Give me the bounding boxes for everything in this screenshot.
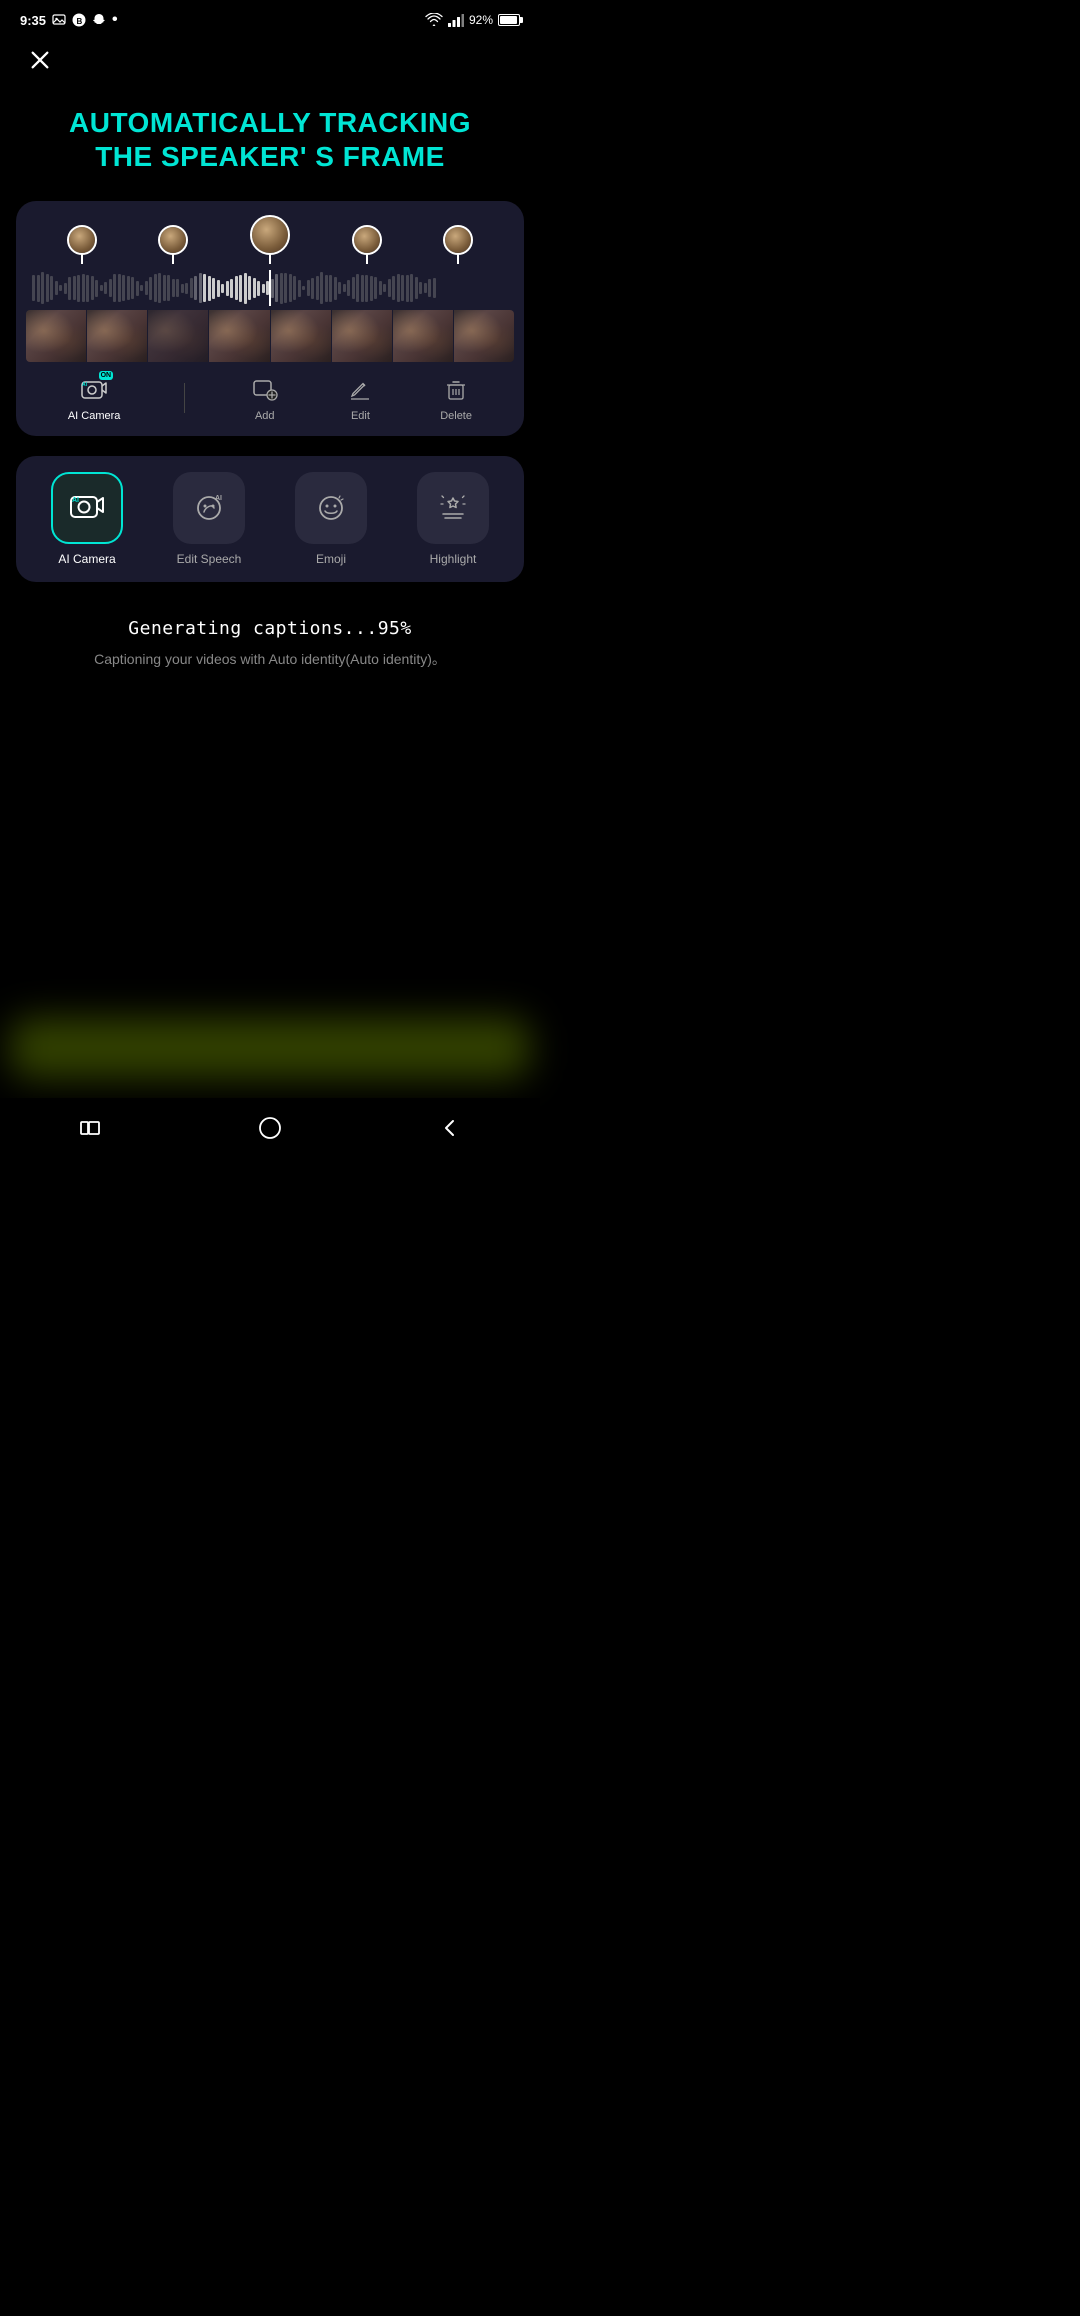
svg-text:AI: AI xyxy=(72,497,79,504)
recents-icon xyxy=(79,1117,101,1139)
dot-icon: • xyxy=(112,12,118,28)
feature-highlight[interactable]: Highlight xyxy=(417,472,489,566)
highlight-feature-box xyxy=(417,472,489,544)
home-icon xyxy=(257,1115,283,1141)
delete-panel-icon xyxy=(440,374,472,406)
edit-speech-feature-box: AI xyxy=(173,472,245,544)
avatar-3 xyxy=(250,215,290,255)
snapchat-icon xyxy=(92,13,106,27)
feature-emoji[interactable]: Emoji xyxy=(295,472,367,566)
feature-bar: AI AI Camera AI Edit Speech xyxy=(16,456,524,582)
add-tool-label: Add xyxy=(255,410,275,422)
photo-icon xyxy=(52,13,66,27)
video-strip xyxy=(26,310,514,362)
on-badge: ON xyxy=(99,371,114,380)
speaker-pin-3-active[interactable] xyxy=(250,215,290,264)
ai-camera-feature-label: AI Camera xyxy=(58,552,115,566)
video-frame-5 xyxy=(271,310,331,362)
emoji-feature-box xyxy=(295,472,367,544)
nav-home-button[interactable] xyxy=(240,1108,300,1148)
status-time: 9:35 B • xyxy=(20,12,118,28)
avatar-2 xyxy=(158,225,188,255)
speaker-pin-4[interactable] xyxy=(352,225,382,264)
panel-toolbar: AI ON AI Camera Add xyxy=(26,374,514,422)
highlight-feature-label: Highlight xyxy=(430,552,477,566)
status-bar: 9:35 B • 92% xyxy=(0,0,540,36)
back-icon xyxy=(439,1117,461,1139)
speaker-markers xyxy=(26,215,514,264)
status-indicators: 92% xyxy=(425,13,520,27)
avatar-1 xyxy=(67,225,97,255)
toolbar-divider xyxy=(184,383,185,413)
video-frame-7 xyxy=(393,310,453,362)
speaker-pin-2[interactable] xyxy=(158,225,188,264)
signal-icon xyxy=(448,13,464,27)
video-frame-8 xyxy=(454,310,514,362)
avatar-4 xyxy=(352,225,382,255)
nav-back-button[interactable] xyxy=(420,1108,480,1148)
panel-tool-delete[interactable]: Delete xyxy=(440,374,472,422)
video-frame-1 xyxy=(26,310,86,362)
edit-speech-feature-label: Edit Speech xyxy=(177,552,242,566)
edit-panel-icon xyxy=(344,374,376,406)
battery-icon xyxy=(498,14,520,26)
close-button[interactable] xyxy=(22,42,58,78)
speaker-pin-5[interactable] xyxy=(443,225,473,264)
feature-edit-speech[interactable]: AI Edit Speech xyxy=(173,472,245,566)
hero-line1: AUTOMATICALLY TRACKING xyxy=(20,106,520,140)
hero-title: AUTOMATICALLY TRACKING THE SPEAKER' S FR… xyxy=(0,106,540,173)
video-frame-3 xyxy=(148,310,208,362)
video-frame-6 xyxy=(332,310,392,362)
caption-subtitle: Captioning your videos with Auto identit… xyxy=(30,649,510,670)
emoji-feature-label: Emoji xyxy=(316,552,346,566)
add-panel-icon xyxy=(249,374,281,406)
panel-tool-ai-camera[interactable]: AI ON AI Camera xyxy=(68,374,121,422)
wifi-icon xyxy=(425,13,443,27)
speaker-pin-1[interactable] xyxy=(67,225,97,264)
svg-text:B: B xyxy=(77,17,83,26)
generating-text: Generating captions...95% xyxy=(30,618,510,639)
nav-bar xyxy=(0,1098,540,1158)
panel-tool-add[interactable]: Add xyxy=(249,374,281,422)
nav-recents-button[interactable] xyxy=(60,1108,120,1148)
video-frame-2 xyxy=(87,310,147,362)
hero-line2: THE SPEAKER' S FRAME xyxy=(20,140,520,174)
delete-tool-label: Delete xyxy=(440,410,472,422)
svg-text:AI: AI xyxy=(215,495,222,502)
waveform[interactable] xyxy=(26,270,514,306)
feature-ai-camera[interactable]: AI AI Camera xyxy=(51,472,123,566)
svg-text:AI: AI xyxy=(82,382,88,388)
avatar-5 xyxy=(443,225,473,255)
status-section: Generating captions...95% Captioning you… xyxy=(0,618,540,670)
edit-tool-label: Edit xyxy=(351,410,370,422)
panel-tool-edit[interactable]: Edit xyxy=(344,374,376,422)
b-icon: B xyxy=(72,13,86,27)
timeline-panel: AI ON AI Camera Add xyxy=(16,201,524,436)
video-frame-4 xyxy=(209,310,269,362)
battery-percent: 92% xyxy=(469,13,493,27)
ai-camera-tool-label: AI Camera xyxy=(68,410,121,422)
playhead xyxy=(269,270,271,306)
ai-camera-feature-box: AI xyxy=(51,472,123,544)
green-blur-decoration xyxy=(10,1018,530,1078)
